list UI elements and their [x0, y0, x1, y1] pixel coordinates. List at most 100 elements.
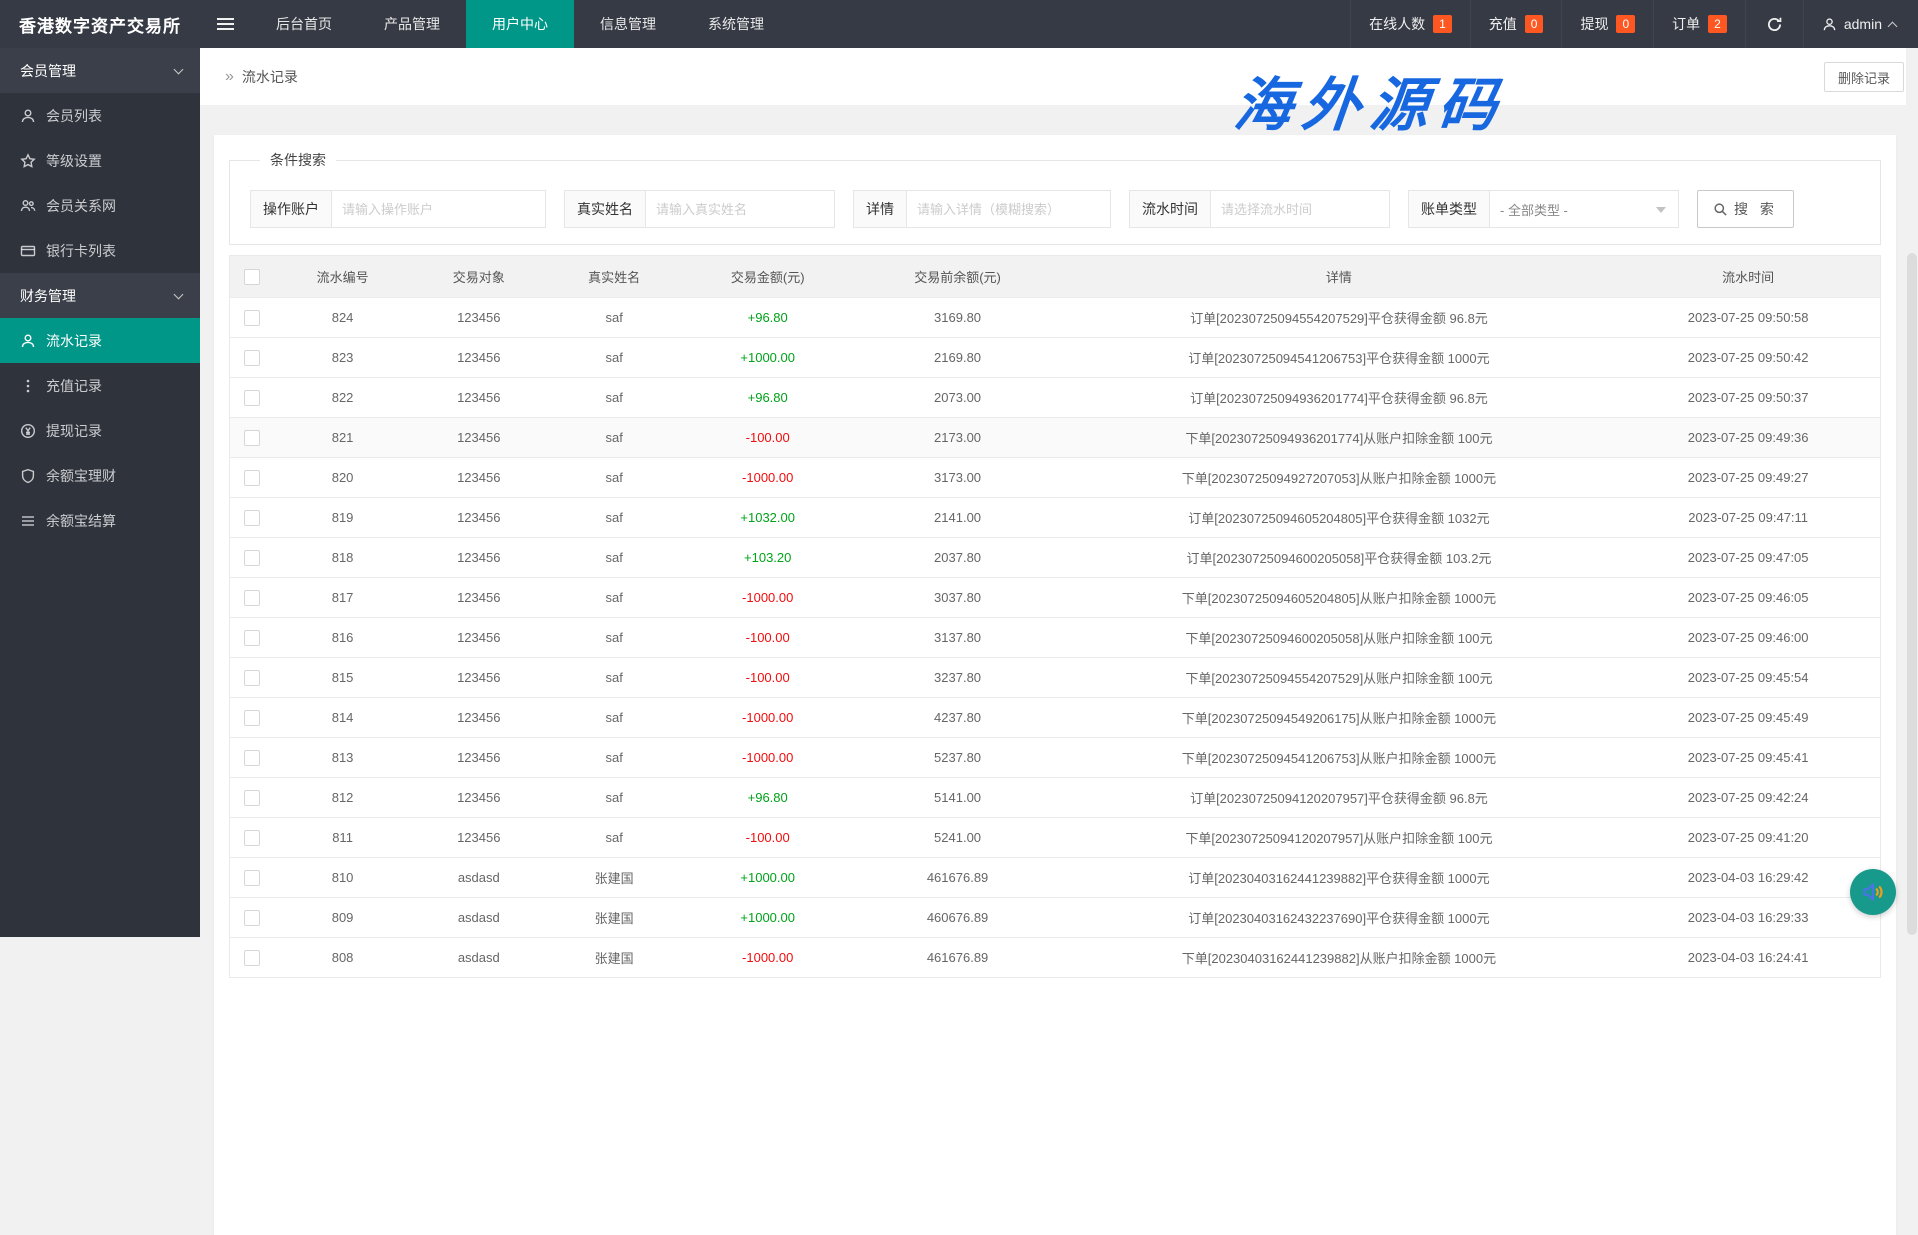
sidebar-item-level-settings[interactable]: 等级设置	[0, 138, 200, 183]
row-checkbox[interactable]	[244, 630, 260, 646]
bank-card-icon	[20, 243, 36, 259]
cell-detail: 订单[20230403162441239882]平仓获得金额 1000元	[1062, 858, 1617, 898]
cell-detail: 下单[20230725094549206175]从账户扣除金额 1000元	[1062, 698, 1617, 738]
cell-real-name: 张建国	[546, 858, 681, 898]
row-checkbox[interactable]	[244, 350, 260, 366]
cell-detail: 订单[20230725094554207529]平仓获得金额 96.8元	[1062, 298, 1617, 338]
real-name-input[interactable]	[645, 190, 835, 228]
cell-flow-id: 820	[274, 458, 411, 498]
row-checkbox[interactable]	[244, 310, 260, 326]
nav-item-user-center[interactable]: 用户中心	[466, 0, 574, 48]
cell-flow-id: 809	[274, 898, 411, 938]
stat-recharge[interactable]: 充值 0	[1470, 0, 1562, 48]
admin-menu[interactable]: admin	[1803, 0, 1918, 48]
cell-flow-time: 2023-07-25 09:47:11	[1616, 498, 1880, 538]
cell-flow-id: 818	[274, 538, 411, 578]
row-checkbox[interactable]	[244, 550, 260, 566]
sidebar-item-yuebao-settle[interactable]: 余额宝结算	[0, 498, 200, 543]
table-row: 811 123456 saf -100.00 5241.00 下单[202307…	[230, 818, 1881, 858]
cell-trade-amount: +103.20	[682, 538, 854, 578]
row-checkbox[interactable]	[244, 430, 260, 446]
cell-balance-before: 2073.00	[854, 378, 1062, 418]
table-row: 813 123456 saf -1000.00 5237.80 下单[20230…	[230, 738, 1881, 778]
operator-account-input[interactable]	[331, 190, 546, 228]
bill-type-select[interactable]: - 全部类型 -	[1489, 190, 1679, 228]
header-trade-target: 交易对象	[411, 256, 546, 298]
cell-flow-time: 2023-07-25 09:46:00	[1616, 618, 1880, 658]
sidebar-item-yuebao-invest[interactable]: 余额宝理财	[0, 453, 200, 498]
stat-online-users[interactable]: 在线人数 1	[1350, 0, 1470, 48]
recharge-count-badge: 0	[1525, 15, 1544, 33]
row-checkbox[interactable]	[244, 470, 260, 486]
vertical-scrollbar[interactable]	[1906, 48, 1918, 937]
search-button[interactable]: 搜 索	[1697, 190, 1794, 228]
row-checkbox[interactable]	[244, 670, 260, 686]
cell-trade-amount: -100.00	[682, 818, 854, 858]
chevron-down-icon	[174, 289, 184, 299]
yen-circle-icon	[20, 423, 36, 439]
sidebar-item-withdraw-records[interactable]: 提现记录	[0, 408, 200, 453]
cell-trade-target: 123456	[411, 338, 546, 378]
stat-withdraw[interactable]: 提现 0	[1561, 0, 1653, 48]
stat-orders[interactable]: 订单 2	[1653, 0, 1745, 48]
row-checkbox[interactable]	[244, 510, 260, 526]
speaker-icon	[1860, 879, 1886, 905]
table-row: 817 123456 saf -1000.00 3037.80 下单[20230…	[230, 578, 1881, 618]
cell-flow-id: 815	[274, 658, 411, 698]
cell-trade-target: asdasd	[411, 938, 546, 978]
cell-real-name: saf	[546, 378, 681, 418]
cell-detail: 下单[20230725094541206753]从账户扣除金额 1000元	[1062, 738, 1617, 778]
cell-detail: 下单[20230725094554207529]从账户扣除金额 100元	[1062, 658, 1617, 698]
detail-input[interactable]	[906, 190, 1111, 228]
cell-flow-time: 2023-07-25 09:49:27	[1616, 458, 1880, 498]
scrollbar-thumb[interactable]	[1907, 253, 1917, 935]
nav-item-information[interactable]: 信息管理	[574, 0, 682, 48]
filter-real-name: 真实姓名	[564, 190, 835, 228]
delete-records-button[interactable]: 删除记录	[1824, 62, 1904, 92]
sidebar-item-member-network[interactable]: 会员关系网	[0, 183, 200, 228]
nav-item-system[interactable]: 系统管理	[682, 0, 790, 48]
filter-detail: 详情	[853, 190, 1111, 228]
table-row: 824 123456 saf +96.80 3169.80 订单[2023072…	[230, 298, 1881, 338]
flow-time-input[interactable]	[1210, 190, 1390, 228]
nav-item-dashboard[interactable]: 后台首页	[250, 0, 358, 48]
row-checkbox[interactable]	[244, 870, 260, 886]
sidebar-item-recharge-records[interactable]: 充值记录	[0, 363, 200, 408]
cell-flow-id: 813	[274, 738, 411, 778]
cell-trade-amount: -100.00	[682, 658, 854, 698]
row-checkbox[interactable]	[244, 950, 260, 966]
row-checkbox[interactable]	[244, 710, 260, 726]
topbar-right: 在线人数 1 充值 0 提现 0 订单 2 admin	[1350, 0, 1918, 48]
table-row: 818 123456 saf +103.20 2037.80 订单[202307…	[230, 538, 1881, 578]
flow-records-table: 流水编号 交易对象 真实姓名 交易金额(元) 交易前余额(元) 详情 流水时间 …	[229, 255, 1881, 978]
cell-real-name: saf	[546, 618, 681, 658]
sidebar-group-member-management[interactable]: 会员管理	[0, 48, 200, 93]
hamburger-menu-icon[interactable]	[200, 0, 250, 48]
sidebar-item-member-list[interactable]: 会员列表	[0, 93, 200, 138]
row-checkbox[interactable]	[244, 830, 260, 846]
nav-item-products[interactable]: 产品管理	[358, 0, 466, 48]
withdraw-count-badge: 0	[1616, 15, 1635, 33]
content-panel: 条件搜索 操作账户 真实姓名 详情 流水时间 账单类型 - 全部类型 -	[214, 135, 1896, 1235]
refresh-icon[interactable]	[1745, 0, 1803, 48]
cell-flow-id: 819	[274, 498, 411, 538]
cell-detail: 订单[20230725094936201774]平仓获得金额 96.8元	[1062, 378, 1617, 418]
cell-flow-id: 822	[274, 378, 411, 418]
row-checkbox[interactable]	[244, 390, 260, 406]
sidebar-group-finance-management[interactable]: 财务管理	[0, 273, 200, 318]
breadcrumb: » 流水记录	[225, 48, 298, 105]
row-checkbox[interactable]	[244, 750, 260, 766]
row-checkbox[interactable]	[244, 910, 260, 926]
sound-notification-button[interactable]	[1850, 869, 1896, 915]
order-count-badge: 2	[1708, 15, 1727, 33]
row-checkbox[interactable]	[244, 590, 260, 606]
header-real-name: 真实姓名	[546, 256, 681, 298]
sidebar-item-bank-card-list[interactable]: 银行卡列表	[0, 228, 200, 273]
sidebar-item-flow-records[interactable]: 流水记录	[0, 318, 200, 363]
cell-trade-amount: +96.80	[682, 298, 854, 338]
select-all-checkbox[interactable]	[244, 269, 260, 285]
row-checkbox[interactable]	[244, 790, 260, 806]
cell-detail: 订单[20230403162432237690]平仓获得金额 1000元	[1062, 898, 1617, 938]
table-row: 815 123456 saf -100.00 3237.80 下单[202307…	[230, 658, 1881, 698]
filter-bill-type: 账单类型 - 全部类型 -	[1408, 190, 1679, 228]
